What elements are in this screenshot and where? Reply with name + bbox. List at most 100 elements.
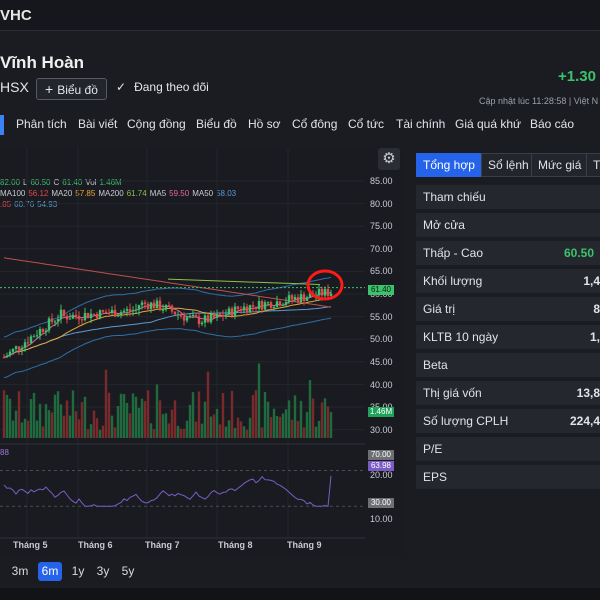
candle-body	[86, 312, 90, 319]
stat-row: P/E	[416, 437, 600, 461]
candle-body	[257, 301, 261, 310]
price-chart[interactable]	[0, 148, 403, 558]
range-3m[interactable]: 3m	[8, 562, 32, 581]
candle-body	[20, 347, 24, 350]
volume-bar	[266, 401, 270, 438]
volume-bar	[14, 410, 18, 438]
tab-cong-dong[interactable]: Cộng đồng	[127, 117, 186, 131]
tab-bieu-do[interactable]: Biểu đồ	[196, 117, 237, 131]
tab-ho-so[interactable]: Hồ sơ	[248, 117, 281, 131]
range-5y[interactable]: 5y	[117, 562, 139, 581]
volume-bar	[245, 429, 249, 438]
candle-body	[158, 300, 162, 310]
summary-panel: Tổng hợp Sổ lệnh Mức giá T Tham chiếu Mở…	[410, 148, 600, 588]
tab-tong-hop[interactable]: Tổng hợp	[416, 153, 482, 177]
volume-bar	[128, 413, 132, 438]
candle-body	[245, 306, 249, 313]
volume-bar	[263, 392, 267, 438]
volume-bar	[35, 420, 39, 438]
candle-body	[80, 319, 84, 321]
candle-body	[95, 313, 99, 319]
candle-body	[236, 306, 240, 310]
stat-label: Số lượng CPLH	[423, 414, 509, 428]
candle-body	[242, 306, 246, 311]
volume-bar	[188, 404, 192, 438]
candle-body	[32, 336, 36, 338]
price-badge: 61.40	[368, 285, 394, 295]
volume-bar	[185, 420, 189, 438]
y-tick-55: 55.00	[370, 312, 393, 322]
volume-bar	[113, 427, 117, 438]
candle-body	[299, 294, 303, 303]
follow-button[interactable]: ✓ Đang theo dõi	[116, 80, 209, 94]
candle-body	[230, 308, 234, 317]
volume-bar	[74, 411, 78, 438]
volume-bar	[173, 400, 177, 438]
candle-body	[287, 295, 291, 303]
volume-bar	[242, 426, 246, 438]
volume-bar	[239, 421, 243, 438]
chart-button[interactable]: + Biểu đồ	[36, 78, 107, 100]
candle-body	[302, 294, 306, 302]
candle-body	[185, 317, 189, 321]
volume-bar	[110, 415, 114, 438]
tab-tai-chinh[interactable]: Tài chính	[396, 117, 445, 131]
candle-body	[23, 342, 27, 348]
candle-body	[104, 311, 108, 314]
candle-body	[26, 342, 30, 344]
volume-bar	[107, 392, 111, 438]
stat-row: Tham chiếu	[416, 185, 600, 209]
volume-bar	[236, 417, 240, 438]
candle-body	[170, 305, 174, 312]
range-3y[interactable]: 3y	[92, 562, 114, 581]
tab-co-dong[interactable]: Cổ đông	[292, 117, 337, 131]
stat-row: Thấp - Cao 60.50	[416, 241, 600, 265]
stat-row: Giá trị 8	[416, 297, 600, 321]
volume-bar	[137, 407, 141, 438]
tab-muc-gia[interactable]: Mức giá	[531, 153, 589, 177]
tab-bao-cao[interactable]: Báo cáo	[530, 117, 574, 131]
candle-body	[266, 302, 270, 304]
ma200-line	[167, 278, 321, 286]
range-1y[interactable]: 1y	[67, 562, 89, 581]
volume-bar	[167, 423, 171, 438]
volume-bar	[233, 427, 237, 438]
candle-body	[89, 313, 93, 319]
volume-bar	[284, 409, 288, 438]
tab-bai-viet[interactable]: Bài viết	[78, 117, 117, 131]
volume-bar	[272, 408, 276, 438]
rsi-tick-20: 20.00	[370, 470, 393, 480]
plus-icon: +	[45, 81, 54, 97]
x-tick-thang-8: Tháng 8	[218, 540, 253, 550]
candle-body	[323, 288, 327, 296]
candle-body	[203, 315, 207, 323]
range-6m[interactable]: 6m	[38, 562, 62, 581]
candle-body	[143, 302, 147, 304]
volume-bar	[80, 402, 84, 438]
tab-so-lenh[interactable]: Sổ lệnh	[481, 153, 536, 177]
volume-bar	[140, 398, 144, 438]
candle-body	[125, 309, 129, 311]
volume-bar	[218, 424, 222, 438]
y-tick-80: 80.00	[370, 199, 393, 209]
volume-bar	[5, 394, 9, 438]
volume-bar	[302, 427, 306, 438]
volume-bar	[194, 421, 198, 438]
candle-body	[44, 330, 48, 332]
stat-value: 13,8	[576, 386, 600, 400]
candle-body	[194, 315, 198, 317]
candle-body	[62, 309, 66, 317]
volume-bar	[2, 390, 6, 438]
tab-phan-tich[interactable]: Phân tích	[16, 117, 67, 131]
tab-gia-qua-khu[interactable]: Giá quá khứ	[455, 117, 521, 131]
x-tick-thang-5: Tháng 5	[13, 540, 48, 550]
candle-body	[2, 357, 6, 359]
stat-row: Mở cửa	[416, 213, 600, 237]
candle-body	[281, 304, 285, 306]
top-bar: VHC	[0, 0, 600, 31]
tab-co-tuc[interactable]: Cổ tức	[348, 117, 384, 131]
volume-bar	[92, 410, 96, 438]
volume-bar	[17, 391, 21, 438]
tab-truncated[interactable]: T	[586, 153, 600, 177]
candle-body	[215, 313, 219, 318]
